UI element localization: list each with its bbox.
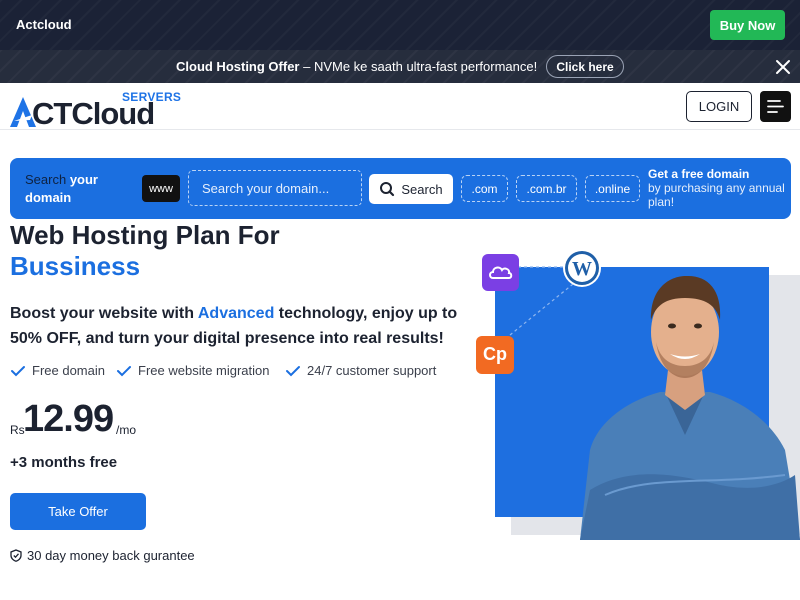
www-prefix: www xyxy=(142,175,180,202)
guarantee-note: 30 day money back gurantee xyxy=(10,548,195,563)
domain-search-label: Search your domain xyxy=(25,172,98,205)
logo[interactable]: SERVERS CTCloud xyxy=(10,87,190,131)
free-domain-promo: Get a free domain by purchasing any annua… xyxy=(648,167,785,209)
feature-item: Free website migration xyxy=(116,363,270,378)
hero-illustration: W Cp xyxy=(470,240,800,540)
shield-check-icon xyxy=(10,549,22,562)
man-photo xyxy=(580,275,800,540)
offer-click-button[interactable]: Click here xyxy=(546,55,624,78)
offer-banner: Cloud Hosting Offer – NVMe ke saath ultr… xyxy=(0,50,800,83)
tld-com[interactable]: .com xyxy=(461,175,508,202)
hero-title-line1: Web Hosting Plan For xyxy=(10,220,280,250)
feature-item: Free domain xyxy=(10,363,105,378)
check-icon xyxy=(117,365,131,376)
tld-com-br[interactable]: .com.br xyxy=(516,175,577,202)
menu-button[interactable] xyxy=(760,91,791,122)
offer-text: Cloud Hosting Offer – NVMe ke saath ultr… xyxy=(176,59,537,74)
login-button[interactable]: LOGIN xyxy=(686,91,752,122)
check-icon xyxy=(11,365,25,376)
tld-online[interactable]: .online xyxy=(585,175,640,202)
buy-now-button[interactable]: Buy Now xyxy=(710,10,785,40)
search-button-label: Search xyxy=(401,181,443,197)
hero-subtitle: Boost your website with Advanced technol… xyxy=(10,305,458,347)
offer-description: – NVMe ke saath ultra-fast performance! xyxy=(299,59,538,74)
cpanel-icon: Cp xyxy=(476,336,514,374)
top-bar: Actcloud Buy Now xyxy=(0,0,800,50)
bonus-text: +3 months free xyxy=(10,454,118,471)
take-offer-button[interactable]: Take Offer xyxy=(10,493,146,530)
hero-title-line2: Bussiness xyxy=(10,251,141,281)
brand-name[interactable]: Actcloud xyxy=(16,17,72,32)
feature-item: 24/7 customer support xyxy=(285,363,436,378)
check-icon xyxy=(286,365,300,376)
search-icon xyxy=(380,182,395,197)
logo-wordmark: CTCloud xyxy=(32,96,155,131)
site-header: SERVERS CTCloud LOGIN xyxy=(0,83,800,131)
domain-search-bar: Search your domain www Search your domai… xyxy=(10,158,791,219)
cloud-icon xyxy=(482,254,519,291)
close-icon[interactable] xyxy=(772,56,794,78)
offer-title: Cloud Hosting Offer xyxy=(176,59,300,74)
domain-search-button[interactable]: Search xyxy=(369,174,453,204)
price-period: /mo xyxy=(116,423,137,437)
hamburger-icon xyxy=(767,100,784,113)
domain-search-input[interactable]: Search your domain... xyxy=(188,170,362,206)
price-value: 12.99 xyxy=(23,398,114,440)
